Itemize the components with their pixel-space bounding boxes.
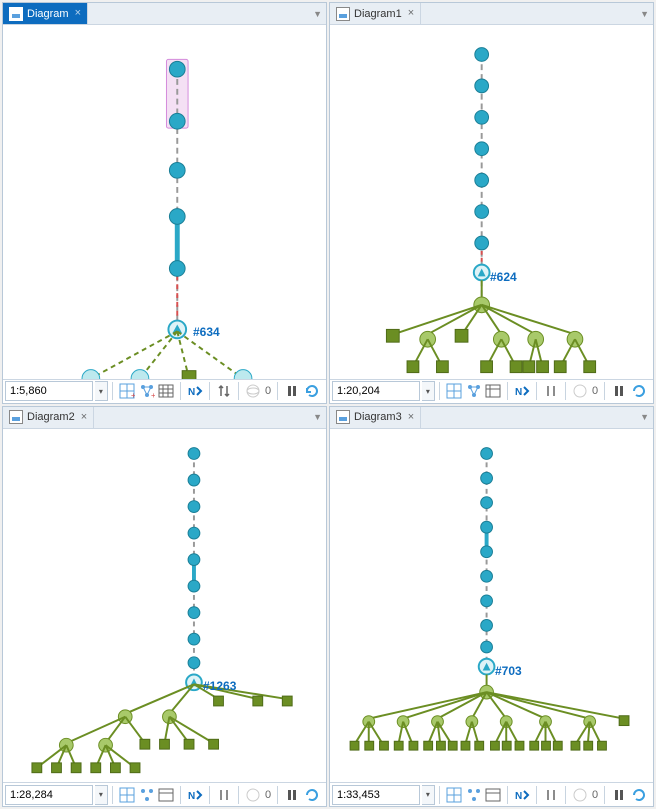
attributes-button[interactable] — [484, 381, 504, 401]
diagram-icon — [9, 7, 23, 21]
close-icon[interactable]: × — [408, 412, 414, 423]
tab-diagram3[interactable]: Diagram3 × — [330, 407, 421, 428]
svg-text:N: N — [188, 791, 195, 802]
filter-button[interactable] — [243, 785, 263, 805]
attributes-button[interactable] — [484, 785, 504, 805]
tab-diagram2[interactable]: Diagram2 × — [3, 407, 94, 428]
refresh-button[interactable] — [302, 381, 322, 401]
node-label: #703 — [495, 664, 522, 678]
svg-text:+: + — [151, 391, 155, 399]
chevron-down-icon[interactable]: ▼ — [640, 412, 649, 422]
scale-dropdown[interactable]: ▾ — [95, 381, 108, 401]
tab-label: Diagram2 — [27, 411, 75, 423]
tab-label: Diagram — [27, 8, 69, 20]
diagram-canvas[interactable]: #1263 — [3, 429, 326, 783]
status-toolbar: ▾ N 0 — [3, 782, 326, 806]
svg-text:N: N — [188, 387, 195, 398]
edit-vertices-button[interactable] — [464, 381, 484, 401]
pause-button[interactable] — [282, 785, 302, 805]
diagram-panel: Diagram × ▼ — [2, 2, 327, 404]
snap-button[interactable] — [444, 381, 464, 401]
edit-vertices-button[interactable] — [464, 785, 484, 805]
svg-text:N: N — [515, 791, 522, 802]
sort-button[interactable] — [541, 785, 561, 805]
tab-diagram[interactable]: Diagram × — [3, 3, 88, 24]
tab-diagram1[interactable]: Diagram1 × — [330, 3, 421, 24]
close-icon[interactable]: × — [408, 8, 414, 19]
pause-button[interactable] — [282, 381, 302, 401]
scale-input[interactable] — [332, 381, 420, 401]
diagram-canvas[interactable]: #624 — [330, 25, 653, 379]
diagram-canvas[interactable]: #703 — [330, 429, 653, 783]
next-feature-button[interactable]: N — [512, 785, 532, 805]
next-feature-button[interactable]: N — [512, 381, 532, 401]
filter-button[interactable] — [570, 785, 590, 805]
selection-count: 0 — [590, 385, 600, 397]
next-feature-button[interactable]: N — [185, 785, 205, 805]
pause-button[interactable] — [609, 785, 629, 805]
sort-button[interactable] — [214, 785, 234, 805]
pause-button[interactable] — [609, 381, 629, 401]
chevron-down-icon[interactable]: ▼ — [313, 9, 322, 19]
diagram-icon — [9, 410, 23, 424]
status-toolbar: ▾ + + N 0 — [3, 379, 326, 403]
chevron-down-icon[interactable]: ▼ — [313, 412, 322, 422]
selection-count: 0 — [263, 385, 273, 397]
close-icon[interactable]: × — [75, 8, 81, 19]
snap-button[interactable] — [444, 785, 464, 805]
next-feature-button[interactable]: N — [185, 381, 205, 401]
tab-bar: Diagram3 × ▼ — [330, 407, 653, 429]
status-toolbar: ▾ N 0 — [330, 379, 653, 403]
diagram-panel: Diagram2 × ▼ — [2, 406, 327, 808]
edit-vertices-button[interactable]: + — [137, 381, 157, 401]
edit-vertices-button[interactable] — [137, 785, 157, 805]
attributes-button[interactable] — [157, 381, 177, 401]
selection-count: 0 — [263, 789, 273, 801]
scale-input[interactable] — [5, 785, 93, 805]
tab-bar: Diagram × ▼ — [3, 3, 326, 25]
tab-label: Diagram3 — [354, 411, 402, 423]
node-label: #634 — [193, 325, 220, 339]
close-icon[interactable]: × — [81, 412, 87, 423]
scale-dropdown[interactable]: ▾ — [422, 381, 435, 401]
selection-count: 0 — [590, 789, 600, 801]
diagram-icon — [336, 410, 350, 424]
scale-input[interactable] — [332, 785, 420, 805]
tab-bar: Diagram2 × ▼ — [3, 407, 326, 429]
refresh-button[interactable] — [302, 785, 322, 805]
diagram-panel: Diagram1 × ▼ — [329, 2, 654, 404]
tab-bar: Diagram1 × ▼ — [330, 3, 653, 25]
diagram-canvas[interactable]: #634 — [3, 25, 326, 379]
diagram-panel: Diagram3 × ▼ — [329, 406, 654, 808]
svg-text:+: + — [131, 391, 135, 399]
scale-dropdown[interactable]: ▾ — [422, 785, 435, 805]
tab-label: Diagram1 — [354, 8, 402, 20]
filter-button[interactable] — [570, 381, 590, 401]
sort-button[interactable] — [214, 381, 234, 401]
node-label: #624 — [490, 270, 517, 284]
snap-button[interactable] — [117, 785, 137, 805]
refresh-button[interactable] — [629, 381, 649, 401]
sort-button[interactable] — [541, 381, 561, 401]
svg-text:N: N — [515, 387, 522, 398]
status-toolbar: ▾ N 0 — [330, 782, 653, 806]
snap-button[interactable]: + — [117, 381, 137, 401]
diagram-icon — [336, 7, 350, 21]
node-label: #1263 — [203, 679, 236, 693]
attributes-button[interactable] — [157, 785, 177, 805]
scale-input[interactable] — [5, 381, 93, 401]
filter-button[interactable] — [243, 381, 263, 401]
chevron-down-icon[interactable]: ▼ — [640, 9, 649, 19]
scale-dropdown[interactable]: ▾ — [95, 785, 108, 805]
refresh-button[interactable] — [629, 785, 649, 805]
